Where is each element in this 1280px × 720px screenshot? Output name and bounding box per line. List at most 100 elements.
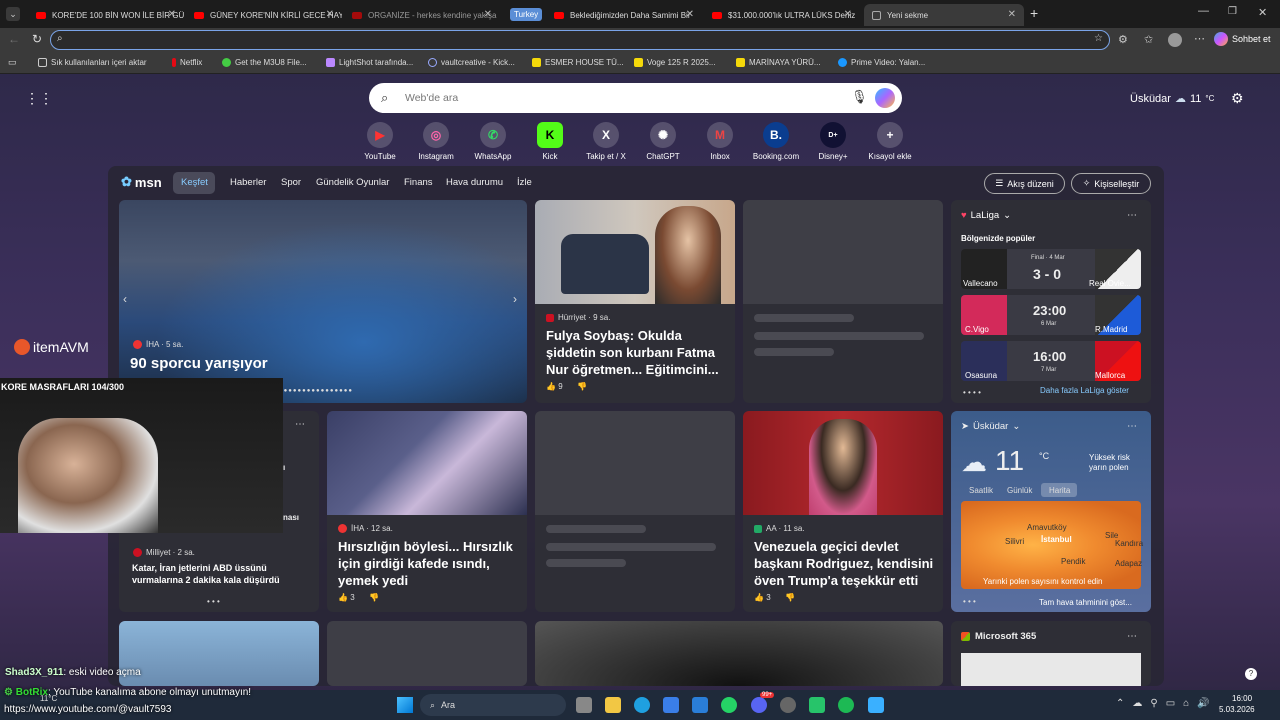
news-card[interactable]: AA · 11 sa. Venezuela geçici devlet başk… xyxy=(743,411,943,612)
file-explorer-icon[interactable] xyxy=(605,697,621,713)
start-icon[interactable] xyxy=(397,697,413,713)
news-title[interactable]: Venezuela geçici devlet başkanı Rodrigue… xyxy=(754,538,936,589)
shortcut-whatsapp[interactable]: ✆ WhatsApp xyxy=(463,122,523,161)
tab-kesfet-label[interactable]: Keşfet xyxy=(181,177,208,188)
microphone-icon[interactable]: 🎙 xyxy=(851,89,868,105)
refresh-icon[interactable]: ↻ xyxy=(32,32,42,46)
m365-widget[interactable]: Microsoft 365 ⋯ xyxy=(951,621,1151,686)
msn-logo[interactable]: ✿ msn xyxy=(121,174,162,190)
dislike-icon[interactable]: 👎 xyxy=(369,593,379,602)
m365-header[interactable]: Microsoft 365 xyxy=(961,631,1036,642)
like-button[interactable]: 👍 3 xyxy=(754,593,771,602)
pollen-risk[interactable]: Yüksek risk xyxy=(1089,453,1130,462)
pollen-map[interactable]: Amavutköy Silivri İstanbul Sile Kandıra … xyxy=(961,501,1143,589)
tab-spor[interactable]: Spor xyxy=(281,177,301,188)
bookmark-kick[interactable]: vaultcreative - Kick... xyxy=(428,58,515,67)
close-icon[interactable]: ✕ xyxy=(686,9,694,20)
tab-izle[interactable]: İzle xyxy=(517,177,532,188)
news-title[interactable]: Fulya Soybaş: Okulda şiddetin son kurban… xyxy=(546,327,726,378)
tab-2[interactable]: GÜNEY KORE'NİN KİRLİ GECE HAYA ✕ xyxy=(186,4,342,26)
carousel-dots[interactable]: ●●●●●●●●●●●●●●●● xyxy=(279,388,353,394)
tab-haberler[interactable]: Haberler xyxy=(230,177,266,188)
bookmark-m3u8[interactable]: Get the M3U8 File... xyxy=(222,58,307,67)
web-search-box[interactable]: ⌕ Web'de ara 🎙 xyxy=(369,83,902,113)
like-button[interactable]: 👍 3 xyxy=(338,593,355,602)
bookmark-netflix[interactable]: Netflix xyxy=(172,58,202,67)
close-icon[interactable]: ✕ xyxy=(1008,9,1016,20)
copilot-icon[interactable] xyxy=(875,88,895,108)
weather-widget[interactable]: ➤ Üsküdar ⌄ ⋯ ☁ 11 °C Yüksek risk yarın po… xyxy=(951,411,1151,612)
tab-gunluk[interactable]: Günlük xyxy=(1007,486,1032,495)
help-icon[interactable]: ? xyxy=(1245,668,1257,680)
weather-header[interactable]: ➤ Üsküdar ⌄ xyxy=(961,421,1020,432)
store-icon[interactable] xyxy=(663,697,679,713)
video-card[interactable] xyxy=(535,621,943,686)
mail-icon[interactable] xyxy=(692,697,708,713)
new-tab-icon[interactable]: + xyxy=(1030,5,1038,21)
pager-dots[interactable]: • • • xyxy=(207,597,220,606)
close-window-icon[interactable]: ✕ xyxy=(1258,6,1267,19)
dislike-icon[interactable]: 👎 xyxy=(577,382,587,391)
tab-harita-label[interactable]: Harita xyxy=(1049,486,1070,495)
spotify-icon[interactable] xyxy=(838,697,854,713)
bookmark-voge[interactable]: Voge 125 R 2025... xyxy=(634,58,716,67)
task-view-icon[interactable] xyxy=(576,697,592,713)
match-row[interactable]: Vallecano Real Ovie... Final · 4 Mar 3 -… xyxy=(961,249,1141,289)
whatsapp-icon[interactable] xyxy=(721,697,737,713)
tab-oyunlar[interactable]: Gündelik Oyunlar xyxy=(316,177,389,188)
match-row[interactable]: C.Vigo R.Madrid 23:00 6 Mar xyxy=(961,295,1141,335)
edge-icon[interactable] xyxy=(634,697,650,713)
shortcut-chatgpt[interactable]: ✺ ChatGPT xyxy=(633,122,693,161)
pager-dots[interactable]: • • • xyxy=(963,597,976,606)
shortcut-inbox[interactable]: M Inbox xyxy=(690,122,750,161)
shortcut-add[interactable]: + Kısayol ekle xyxy=(860,122,920,161)
clock-date[interactable]: 5.03.2026 xyxy=(1219,705,1255,714)
avatar[interactable] xyxy=(1168,33,1182,47)
shortcut-instagram[interactable]: ◎ Instagram xyxy=(406,122,466,161)
tab-5[interactable]: $31.000.000'lık ULTRA LÜKS Deniz ✕ xyxy=(704,4,860,26)
restore-icon[interactable]: ❐ xyxy=(1228,6,1237,17)
shortcut-x[interactable]: X Takip et / X xyxy=(576,122,636,161)
close-icon[interactable]: ✕ xyxy=(844,9,852,20)
pollen-link[interactable]: Yarınki polen sayısını kontrol edin xyxy=(983,577,1102,586)
shortcut-disney[interactable]: D+ Disney+ xyxy=(803,122,863,161)
close-icon[interactable]: ✕ xyxy=(326,9,334,20)
address-input[interactable]: ⌕ ☆ xyxy=(50,30,1110,50)
taskbar-search[interactable]: ⌕ Ara xyxy=(420,694,566,716)
favorite-star-icon[interactable]: ☆ xyxy=(1094,33,1103,44)
discord-icon[interactable] xyxy=(751,697,767,713)
weather-top[interactable]: Üsküdar ☁ 11 °C xyxy=(1130,92,1214,106)
shortcut-booking[interactable]: B. Booking.com xyxy=(746,122,806,161)
tab-new[interactable]: Yeni sekme ✕ xyxy=(864,4,1024,26)
feed-layout-button[interactable]: ☰ Akış düzeni xyxy=(984,173,1065,194)
back-icon[interactable]: ← xyxy=(8,32,20,46)
clock-time[interactable]: 16:00 xyxy=(1232,694,1252,703)
apps-grid-icon[interactable]: ⋮⋮ xyxy=(25,90,53,107)
close-icon[interactable]: ✕ xyxy=(168,9,176,20)
tab-group-label[interactable]: Turkey xyxy=(510,8,543,21)
tab-hava[interactable]: Hava durumu xyxy=(446,177,503,188)
extensions-icon[interactable]: ⚙ xyxy=(1118,33,1128,46)
full-forecast-link[interactable]: Tam hava tahminini göst... xyxy=(1039,598,1132,607)
laliga-more-link[interactable]: Daha fazla LaLiga göster xyxy=(1040,386,1129,395)
news-card[interactable] xyxy=(119,621,319,686)
tab-finans[interactable]: Finans xyxy=(404,177,433,188)
settings-icon[interactable] xyxy=(780,697,796,713)
more-icon[interactable]: ⋯ xyxy=(1194,32,1205,45)
bookmark-prime[interactable]: Prime Video: Yalan... xyxy=(838,58,925,67)
app-icon[interactable] xyxy=(868,697,884,713)
bookmark-lightshot[interactable]: LightShot tarafında... xyxy=(326,58,413,67)
favorites-icon[interactable]: ✩ xyxy=(1144,33,1153,46)
bookmark-esmer[interactable]: ESMER HOUSE TÜ... xyxy=(532,58,624,67)
copilot-button[interactable]: Sohbet et xyxy=(1214,32,1271,46)
more-icon[interactable]: ⋯ xyxy=(295,419,305,430)
next-arrow-icon[interactable]: › xyxy=(513,292,517,306)
like-button[interactable]: 👍 9 xyxy=(546,382,563,391)
tab-saatlik[interactable]: Saatlik xyxy=(969,486,993,495)
news-card[interactable]: Hürriyet · 9 sa. Fulya Soybaş: Okulda şi… xyxy=(535,200,735,403)
hero-title[interactable]: 90 sporcu yarışıyor xyxy=(130,355,268,372)
minimize-icon[interactable]: — xyxy=(1198,5,1209,17)
more-icon[interactable]: ⋯ xyxy=(1127,421,1137,432)
news-title[interactable]: Katar, İran jetlerini ABD üssünü vurmala… xyxy=(132,562,292,586)
shortcut-youtube[interactable]: ▶ YouTube xyxy=(350,122,410,161)
